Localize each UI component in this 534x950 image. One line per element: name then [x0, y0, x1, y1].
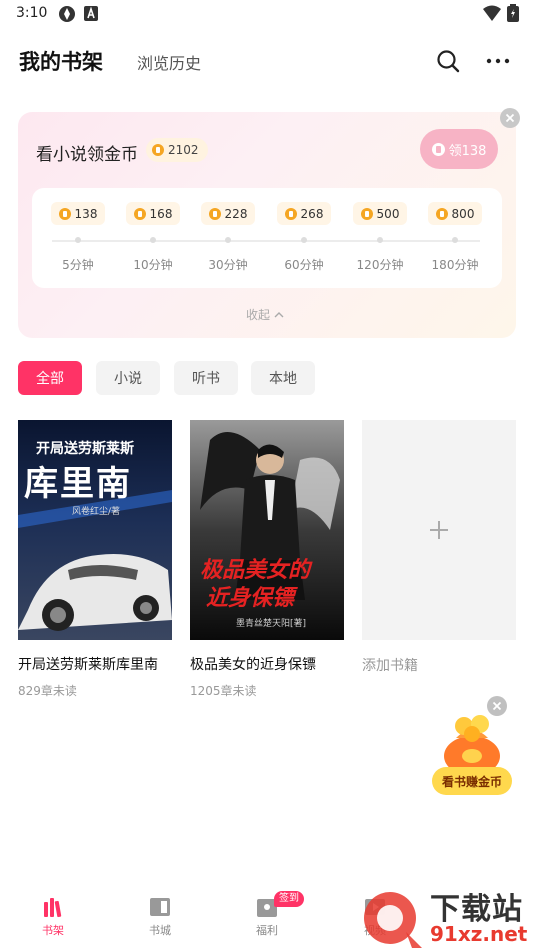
nav-bookstore[interactable]: 书城: [130, 894, 190, 944]
book-title[interactable]: 开局送劳斯莱斯库里南: [18, 654, 158, 674]
milestone-dot: [452, 237, 458, 243]
milestone-coins: 228: [224, 206, 248, 221]
milestone-reward-pill: 268: [277, 202, 331, 225]
milestone-duration: 60分钟: [284, 258, 324, 272]
milestone-5min: 138 5分钟: [45, 202, 115, 282]
coin-icon: [58, 207, 71, 220]
watermark-url: 91xz.net: [430, 922, 528, 946]
milestone-coins: 800: [451, 206, 475, 221]
page-title: 我的书架: [19, 49, 103, 74]
milestone-reward-pill: 168: [126, 202, 180, 225]
milestone-10min: 168 10分钟: [120, 202, 190, 282]
milestone-reward-pill: 800: [428, 202, 482, 225]
milestone-dot: [377, 237, 383, 243]
milestone-dot: [225, 237, 231, 243]
coin-balance-badge: 2102: [146, 138, 208, 162]
coin-icon: [435, 207, 448, 220]
close-icon: [505, 113, 515, 123]
filter-novel[interactable]: 小说: [96, 361, 160, 395]
notification-a-icon: [84, 6, 98, 21]
search-icon[interactable]: [436, 49, 460, 73]
milestone-120min: 500 120分钟: [347, 202, 417, 282]
milestone-coins: 500: [376, 206, 400, 221]
cover-author: 墨青丝楚天阳[著]: [236, 619, 307, 629]
milestone-coins: 168: [149, 206, 173, 221]
cover-title-line2: 近身保镖: [206, 586, 295, 611]
milestone-180min: 800 180分钟: [422, 202, 492, 282]
milestone-duration: 120分钟: [356, 258, 404, 272]
tab-browse-history[interactable]: 浏览历史: [137, 50, 201, 74]
filter-local[interactable]: 本地: [251, 361, 315, 395]
milestone-duration: 30分钟: [208, 258, 248, 272]
nav-bookshelf[interactable]: 书架: [23, 894, 83, 944]
milestone-dot: [301, 237, 307, 243]
milestone-dot: [150, 237, 156, 243]
milestone-coins: 268: [300, 206, 324, 221]
wifi-icon: [483, 5, 501, 21]
plus-icon: [430, 521, 448, 539]
filter-audiobook[interactable]: 听书: [174, 361, 238, 395]
milestone-dot: [75, 237, 81, 243]
coin-icon: [431, 142, 445, 156]
add-book-tile[interactable]: [362, 420, 516, 640]
earn-coins-label[interactable]: 看书赚金币: [432, 767, 512, 795]
book-cover[interactable]: 开局送劳斯莱斯 库里南 风卷红尘/著: [18, 420, 172, 640]
check-in-badge[interactable]: 签到: [274, 891, 304, 907]
battery-icon: [507, 4, 519, 22]
cover-title: 库里南: [24, 464, 132, 504]
bookshelf-icon: [44, 898, 62, 918]
coin-icon: [133, 207, 146, 220]
reward-card-title: 看小说领金币: [36, 145, 138, 165]
collapse-button[interactable]: 收起: [246, 306, 284, 323]
nav-label: 书架: [42, 924, 64, 937]
book-unread-count: 1205章未读: [190, 684, 257, 698]
more-icon[interactable]: [485, 52, 511, 70]
coin-balance-value: 2102: [168, 143, 199, 157]
bookstore-icon: [150, 898, 170, 916]
book-title[interactable]: 极品美女的近身保镖: [190, 654, 316, 674]
milestone-30min: 228 30分钟: [195, 202, 265, 282]
milestone-reward-pill: 500: [353, 202, 407, 225]
cover-author: 风卷红尘/著: [72, 507, 121, 517]
nav-label: 书城: [149, 924, 171, 937]
status-bar: 3:10: [0, 0, 534, 28]
milestone-reward-pill: 228: [201, 202, 255, 225]
milestone-reward-pill: 138: [51, 202, 105, 225]
book-cover[interactable]: 极品美女的 近身保镖 墨青丝楚天阳[著]: [190, 420, 344, 640]
coin-icon: [284, 207, 297, 220]
nav-label: 福利: [256, 924, 278, 937]
claim-coins-button[interactable]: 领138: [420, 129, 498, 169]
milestone-coins: 138: [74, 206, 98, 221]
milestone-duration: 10分钟: [133, 258, 173, 272]
chevron-up-icon: [274, 311, 284, 317]
collapse-label: 收起: [246, 308, 271, 322]
milestone-duration: 5分钟: [62, 258, 94, 272]
close-reward-card-button[interactable]: [500, 108, 520, 128]
status-time: 3:10: [16, 5, 48, 21]
milestone-duration: 180分钟: [431, 258, 479, 272]
add-book-label: 添加书籍: [362, 658, 418, 674]
app-notification-icon: [59, 6, 75, 22]
coin-icon: [152, 144, 164, 156]
coin-icon: [360, 207, 373, 220]
milestone-60min: 268 60分钟: [271, 202, 341, 282]
coin-icon: [208, 207, 221, 220]
claim-coins-label: 领138: [448, 143, 487, 159]
book-unread-count: 829章未读: [18, 684, 77, 698]
filter-all[interactable]: 全部: [18, 361, 82, 395]
cover-subtitle: 开局送劳斯莱斯: [36, 441, 134, 457]
